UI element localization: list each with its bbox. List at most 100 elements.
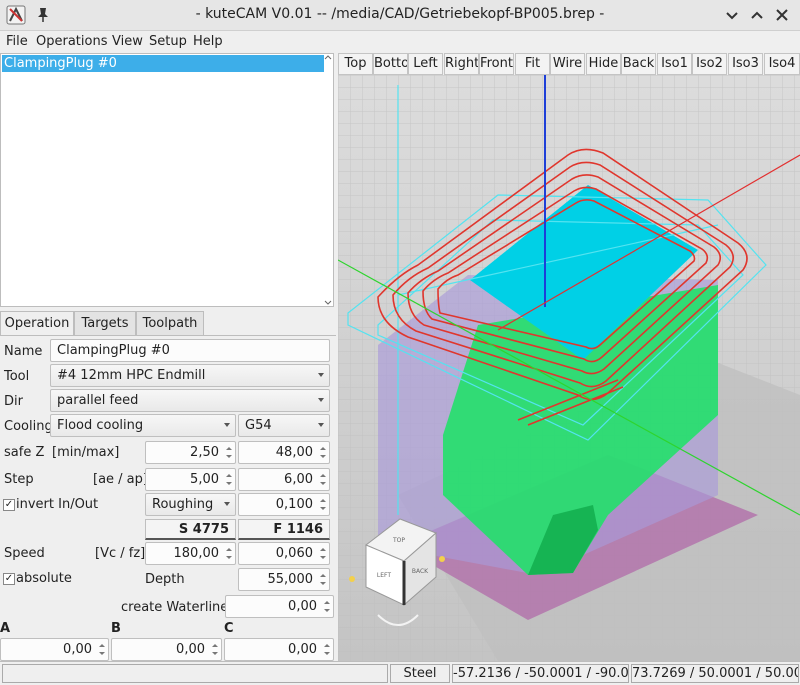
view-cube-arrow-right[interactable] [439,556,445,562]
minimize-icon[interactable] [722,5,742,25]
chevron-down-icon [318,373,324,377]
3d-scene[interactable]: TOP LEFT BACK [338,75,800,661]
wcs-select[interactable]: G54 [238,414,330,437]
spin-down-icon[interactable] [320,582,326,585]
safez-max-value: 48,00 [275,445,313,460]
spin-down-icon[interactable] [212,652,218,655]
speed-vc-input[interactable]: 180,00 [145,542,236,565]
status-material: Steel [390,664,450,683]
view-bottom-button[interactable]: Bottom [373,53,408,75]
view-left-button[interactable]: Left [408,53,443,75]
tab-toolpath[interactable]: Toolpath [136,311,204,335]
tab-bar: Operation Targets Toolpath [0,311,336,336]
spin-down-icon[interactable] [226,556,232,559]
tab-targets[interactable]: Targets [74,311,136,335]
view-right-button[interactable]: Right [444,53,479,75]
view-iso1-button[interactable]: Iso1 [657,53,692,75]
chevron-down-icon [224,423,230,427]
mode-select[interactable]: Roughing [145,493,236,516]
spin-up-icon[interactable] [320,474,326,477]
spin-down-icon[interactable] [320,482,326,485]
invert-checkbox[interactable]: ✓ [3,499,15,511]
window-title: - kuteCAM V0.01 -- /media/CAD/Getriebeko… [195,6,605,22]
spin-down-icon[interactable] [320,556,326,559]
spin-up-icon[interactable] [226,447,232,450]
a-axis-label: A [0,621,11,636]
menu-setup[interactable]: Setup [149,34,187,49]
view-fit-button[interactable]: Fit [515,53,550,75]
cooling-select[interactable]: Flood cooling [50,414,236,437]
operation-tree[interactable]: ClampingPlug #0 [0,53,334,307]
tool-select[interactable]: #4 12mm HPC Endmill [50,364,330,387]
spin-down-icon[interactable] [320,455,326,458]
feed-rate-button[interactable]: F 1146 [238,519,330,540]
absolute-checkbox[interactable]: ✓ [3,573,15,585]
speed-fz-input[interactable]: 0,060 [238,542,330,565]
tool-select-value: #4 12mm HPC Endmill [57,368,206,383]
name-input[interactable]: ClampingPlug #0 [50,339,330,362]
tab-operation[interactable]: Operation [0,311,74,336]
safez-label: safe Z [4,445,45,460]
status-message [2,664,388,683]
c-axis-label: C [224,621,234,636]
depth-input[interactable]: 55,000 [238,568,330,591]
view-toolbar: Top Bottom Left Right Front Fit Wire Hid… [338,53,800,75]
spin-up-icon[interactable] [320,574,326,577]
menu-help[interactable]: Help [193,34,223,49]
menu-operations[interactable]: Operations [36,34,107,49]
cooling-label: Cooling [4,419,53,434]
view-hide-button[interactable]: Hide [586,53,621,75]
spin-down-icon[interactable] [226,455,232,458]
step-unit: [ae / ap] [93,472,148,487]
view-front-button[interactable]: Front [479,53,514,75]
close-icon[interactable] [772,5,792,25]
menu-view[interactable]: View [112,34,143,49]
tool-label: Tool [4,369,30,384]
c-axis-input[interactable]: 0,00 [224,638,334,661]
maximize-icon[interactable] [747,5,767,25]
view-iso4-button[interactable]: Iso4 [764,53,800,75]
spin-down-icon[interactable] [320,507,326,510]
view-cube-left-label: LEFT [377,572,391,579]
b-axis-input[interactable]: 0,00 [111,638,222,661]
view-iso2-button[interactable]: Iso2 [692,53,727,75]
step-ap-input[interactable]: 6,00 [238,468,330,491]
spin-up-icon[interactable] [212,644,218,647]
view-cube-arrow-left[interactable] [349,576,355,582]
b-axis-value: 0,00 [176,642,205,657]
a-axis-input[interactable]: 0,00 [0,638,109,661]
view-iso3-button[interactable]: Iso3 [728,53,763,75]
3d-viewport[interactable]: TOP LEFT BACK [338,75,800,661]
speed-label: Speed [4,546,45,561]
speed-fz-value: 0,060 [275,546,313,561]
mode-param-input[interactable]: 0,100 [238,493,330,516]
spin-down-icon[interactable] [324,652,330,655]
safez-min-input[interactable]: 2,50 [145,441,236,464]
name-label: Name [4,344,43,359]
safez-max-input[interactable]: 48,00 [238,441,330,464]
spin-up-icon[interactable] [226,548,232,551]
step-label: Step [4,472,34,487]
view-back-button[interactable]: Back [621,53,656,75]
spin-up-icon[interactable] [320,447,326,450]
spin-up-icon[interactable] [320,499,326,502]
spin-up-icon[interactable] [226,474,232,477]
spin-up-icon[interactable] [324,644,330,647]
spin-up-icon[interactable] [99,644,105,647]
tree-scrollbar[interactable] [324,55,332,307]
waterline-value: 0,00 [288,599,317,614]
tree-item-clampingplug[interactable]: ClampingPlug #0 [2,55,324,72]
spin-up-icon[interactable] [324,601,330,604]
spin-up-icon[interactable] [320,548,326,551]
step-ae-input[interactable]: 5,00 [145,468,236,491]
spin-down-icon[interactable] [324,609,330,612]
waterline-input[interactable]: 0,00 [225,595,334,618]
spindle-speed-button[interactable]: S 4775 [145,519,236,540]
dir-select-value: parallel feed [57,393,139,408]
view-wire-button[interactable]: Wire [550,53,585,75]
spin-down-icon[interactable] [99,652,105,655]
menu-file[interactable]: File [6,34,28,49]
dir-select[interactable]: parallel feed [50,389,330,412]
view-top-button[interactable]: Top [338,53,373,75]
spin-down-icon[interactable] [226,482,232,485]
